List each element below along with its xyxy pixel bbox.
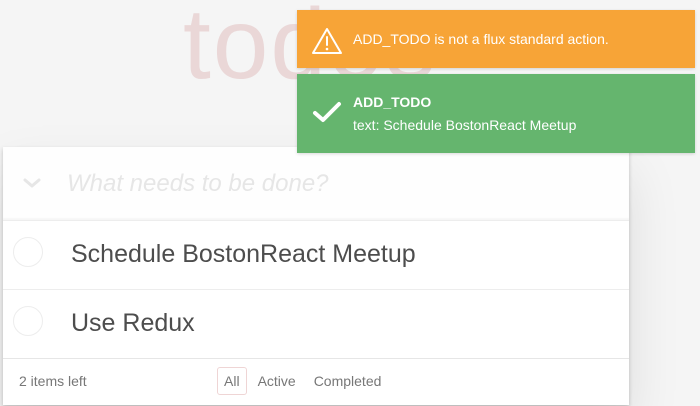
new-todo-input[interactable] <box>67 165 607 203</box>
filter-list: All Active Completed <box>217 367 388 395</box>
todo-item: Schedule BostonReact Meetup <box>3 220 629 289</box>
filter-completed[interactable]: Completed <box>307 367 389 395</box>
success-notification[interactable]: ADD_TODO text: Schedule BostonReact Meet… <box>297 74 695 153</box>
new-todo-header <box>3 147 629 220</box>
warning-icon <box>311 27 343 55</box>
success-title: ADD_TODO <box>353 94 432 110</box>
todo-app: Schedule BostonReact Meetup Use Redux 2 … <box>3 147 629 405</box>
checkmark-icon <box>311 98 343 126</box>
items-left-count: 2 items left <box>19 373 87 389</box>
todo-label[interactable]: Use Redux <box>71 309 195 338</box>
toggle-all-chevron-icon[interactable] <box>22 173 42 193</box>
filter-active[interactable]: Active <box>251 367 303 395</box>
todo-toggle-checkbox[interactable] <box>13 306 43 336</box>
warning-message: ADD_TODO is not a flux standard action. <box>353 31 609 47</box>
todo-toggle-checkbox[interactable] <box>13 237 43 267</box>
todo-label[interactable]: Schedule BostonReact Meetup <box>71 240 416 269</box>
success-body: text: Schedule BostonReact Meetup <box>353 117 577 133</box>
warning-notification[interactable]: ADD_TODO is not a flux standard action. <box>297 10 695 68</box>
todo-item: Use Redux <box>3 289 629 358</box>
filter-all[interactable]: All <box>217 367 247 395</box>
todo-footer: 2 items left All Active Completed <box>3 358 629 406</box>
